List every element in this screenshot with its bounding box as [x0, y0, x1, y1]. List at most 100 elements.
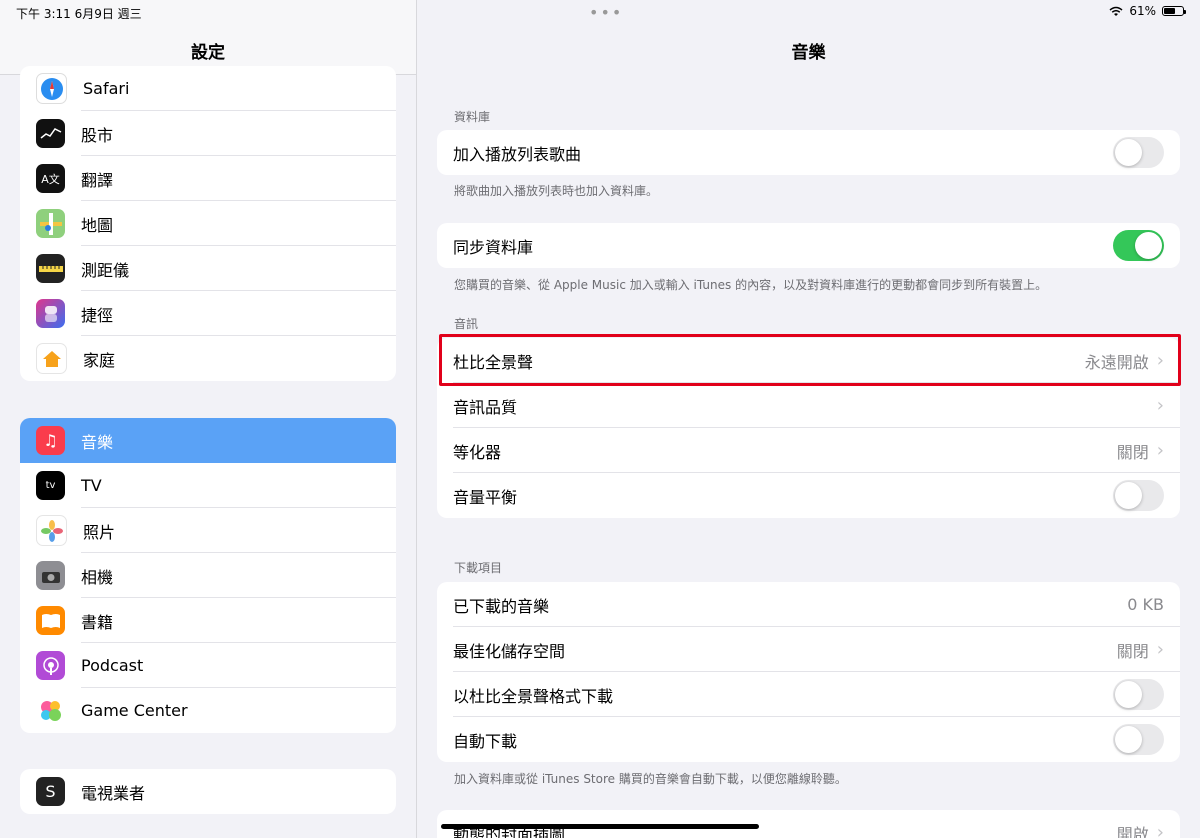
row-downloaded-music[interactable]: 已下載的音樂 0 KB — [437, 582, 1180, 627]
sync-library-toggle[interactable] — [1113, 230, 1164, 261]
status-time-date: 下午 3:11 6月9日 週三 — [16, 7, 142, 21]
sidebar-group-provider: S 電視業者 — [20, 769, 396, 814]
sidebar-item-label: Safari — [83, 79, 130, 98]
sidebar-item-label: Podcast — [81, 656, 144, 675]
translate-icon: A文 — [36, 164, 65, 193]
chevron-right-icon: › — [1156, 822, 1164, 838]
sidebar-item-label: TV — [81, 476, 102, 495]
page-title: 音樂 — [791, 43, 826, 63]
sidebar-item-safari[interactable]: Safari — [20, 66, 396, 111]
animated-art-value: 開啟 — [1116, 824, 1149, 838]
sidebar-item-label: Game Center — [81, 701, 188, 720]
eq-value: 關閉 — [1116, 442, 1149, 462]
sidebar-item-measure[interactable]: 測距儀 — [20, 246, 396, 291]
sidebar-item-shortcuts[interactable]: 捷徑 — [20, 291, 396, 336]
sidebar-header: 下午 3:11 6月9日 週三 設定 — [0, 0, 416, 75]
group-downloads: 已下載的音樂 0 KB 最佳化儲存空間 關閉 › 以杜比全景聲格式下載 自動下載 — [437, 582, 1180, 762]
safari-icon — [36, 73, 67, 104]
sidebar-group-apps: Safari 股市 A文 翻譯 地圖 測距儀 捷徑 家庭 — [20, 66, 396, 381]
chevron-right-icon: › — [1156, 395, 1164, 416]
row-label: 杜比全景聲 — [453, 352, 534, 372]
sidebar-item-translate[interactable]: A文 翻譯 — [20, 156, 396, 201]
game-center-icon — [36, 696, 65, 725]
stocks-icon — [36, 119, 65, 148]
chevron-right-icon: › — [1156, 440, 1164, 461]
sidebar-item-label: 書籍 — [81, 612, 114, 632]
tv-icon: tv — [36, 471, 65, 500]
status-right: 61% — [1109, 4, 1186, 18]
sidebar-item-maps[interactable]: 地圖 — [20, 201, 396, 246]
sidebar-item-label: 地圖 — [81, 215, 114, 235]
row-sound-check: 音量平衡 — [437, 473, 1180, 518]
sidebar-item-camera[interactable]: 相機 — [20, 553, 396, 598]
section-label-library: 資料庫 — [454, 110, 491, 124]
wifi-icon — [1109, 6, 1123, 16]
group-library-sync: 同步資料庫 — [437, 223, 1180, 268]
auto-download-toggle[interactable] — [1113, 724, 1164, 755]
chevron-right-icon: › — [1156, 639, 1164, 660]
downloaded-size-value: 0 KB — [1127, 595, 1164, 614]
sidebar-item-label: 電視業者 — [81, 783, 146, 803]
battery-icon — [1162, 6, 1186, 16]
chevron-right-icon: › — [1156, 350, 1164, 371]
row-label: 等化器 — [453, 442, 502, 462]
sidebar-item-label: 股市 — [81, 125, 114, 145]
home-icon — [36, 343, 67, 374]
dolby-atmos-value: 永遠開啟 — [1084, 352, 1149, 372]
row-auto-download: 自動下載 — [437, 717, 1180, 762]
row-label: 以杜比全景聲格式下載 — [453, 686, 614, 706]
row-audio-quality[interactable]: 音訊品質 › — [437, 383, 1180, 428]
sidebar-item-tv[interactable]: tv TV — [20, 463, 396, 508]
row-label: 自動下載 — [453, 731, 518, 751]
add-playlist-songs-toggle[interactable] — [1113, 137, 1164, 168]
row-label: 最佳化儲存空間 — [453, 641, 566, 661]
sidebar-item-label: 家庭 — [83, 350, 116, 370]
music-settings-pane: ••• 61% 音樂 資料庫 加入播放列表歌曲 將歌曲加入播放列表時也加入資料庫… — [417, 0, 1200, 838]
sidebar-item-label: 測距儀 — [81, 260, 130, 280]
section-label-audio: 音訊 — [454, 317, 479, 331]
podcast-icon — [36, 651, 65, 680]
sidebar-item-label: 翻譯 — [81, 170, 114, 190]
library-sync-footer: 您購買的音樂、從 Apple Music 加入或輸入 iTunes 的內容，以及… — [454, 278, 1048, 292]
shortcuts-icon — [36, 299, 65, 328]
sidebar-item-stocks[interactable]: 股市 — [20, 111, 396, 156]
section-label-downloads: 下載項目 — [454, 561, 503, 575]
home-indicator[interactable] — [441, 824, 759, 829]
multitasking-dots[interactable]: ••• — [589, 3, 623, 22]
sidebar-item-music[interactable]: ♫ 音樂 — [20, 418, 396, 463]
battery-percent: 61% — [1129, 4, 1156, 18]
battery-level — [1164, 8, 1175, 14]
row-label: 音量平衡 — [453, 487, 518, 507]
row-add-playlist-songs: 加入播放列表歌曲 — [437, 130, 1180, 175]
camera-icon — [36, 561, 65, 590]
group-audio: 杜比全景聲 永遠開啟 › 音訊品質 › 等化器 關閉 › 音量平衡 — [437, 338, 1180, 518]
maps-icon — [36, 209, 65, 238]
sound-check-toggle[interactable] — [1113, 480, 1164, 511]
row-sync-library: 同步資料庫 — [437, 223, 1180, 268]
music-icon: ♫ — [36, 426, 65, 455]
sidebar-title: 設定 — [191, 43, 225, 63]
sidebar-item-home[interactable]: 家庭 — [20, 336, 396, 381]
row-dolby-atmos[interactable]: 杜比全景聲 永遠開啟 › — [437, 338, 1180, 383]
sidebar-item-label: 捷徑 — [81, 305, 114, 325]
downloads-footer: 加入資料庫或從 iTunes Store 購買的音樂會自動下載，以便您離線聆聽。 — [454, 772, 847, 786]
sidebar-item-tv-provider[interactable]: S 電視業者 — [20, 769, 396, 814]
sidebar-item-label: 音樂 — [81, 432, 114, 452]
measure-icon — [36, 254, 65, 283]
download-dolby-toggle[interactable] — [1113, 679, 1164, 710]
row-eq[interactable]: 等化器 關閉 › — [437, 428, 1180, 473]
sidebar-item-label: 相機 — [81, 567, 114, 587]
optimize-storage-value: 關閉 — [1116, 641, 1149, 661]
books-icon — [36, 606, 65, 635]
sidebar-item-books[interactable]: 書籍 — [20, 598, 396, 643]
sidebar-item-game-center[interactable]: Game Center — [20, 688, 396, 733]
sidebar-item-podcast[interactable]: Podcast — [20, 643, 396, 688]
sidebar-item-photos[interactable]: 照片 — [20, 508, 396, 553]
row-label: 已下載的音樂 — [453, 596, 550, 616]
library-add-footer: 將歌曲加入播放列表時也加入資料庫。 — [454, 184, 659, 198]
tv-provider-icon: S — [36, 777, 65, 806]
row-optimize-storage[interactable]: 最佳化儲存空間 關閉 › — [437, 627, 1180, 672]
row-label: 同步資料庫 — [453, 237, 534, 257]
group-library-add: 加入播放列表歌曲 — [437, 130, 1180, 175]
row-label: 音訊品質 — [453, 397, 518, 417]
